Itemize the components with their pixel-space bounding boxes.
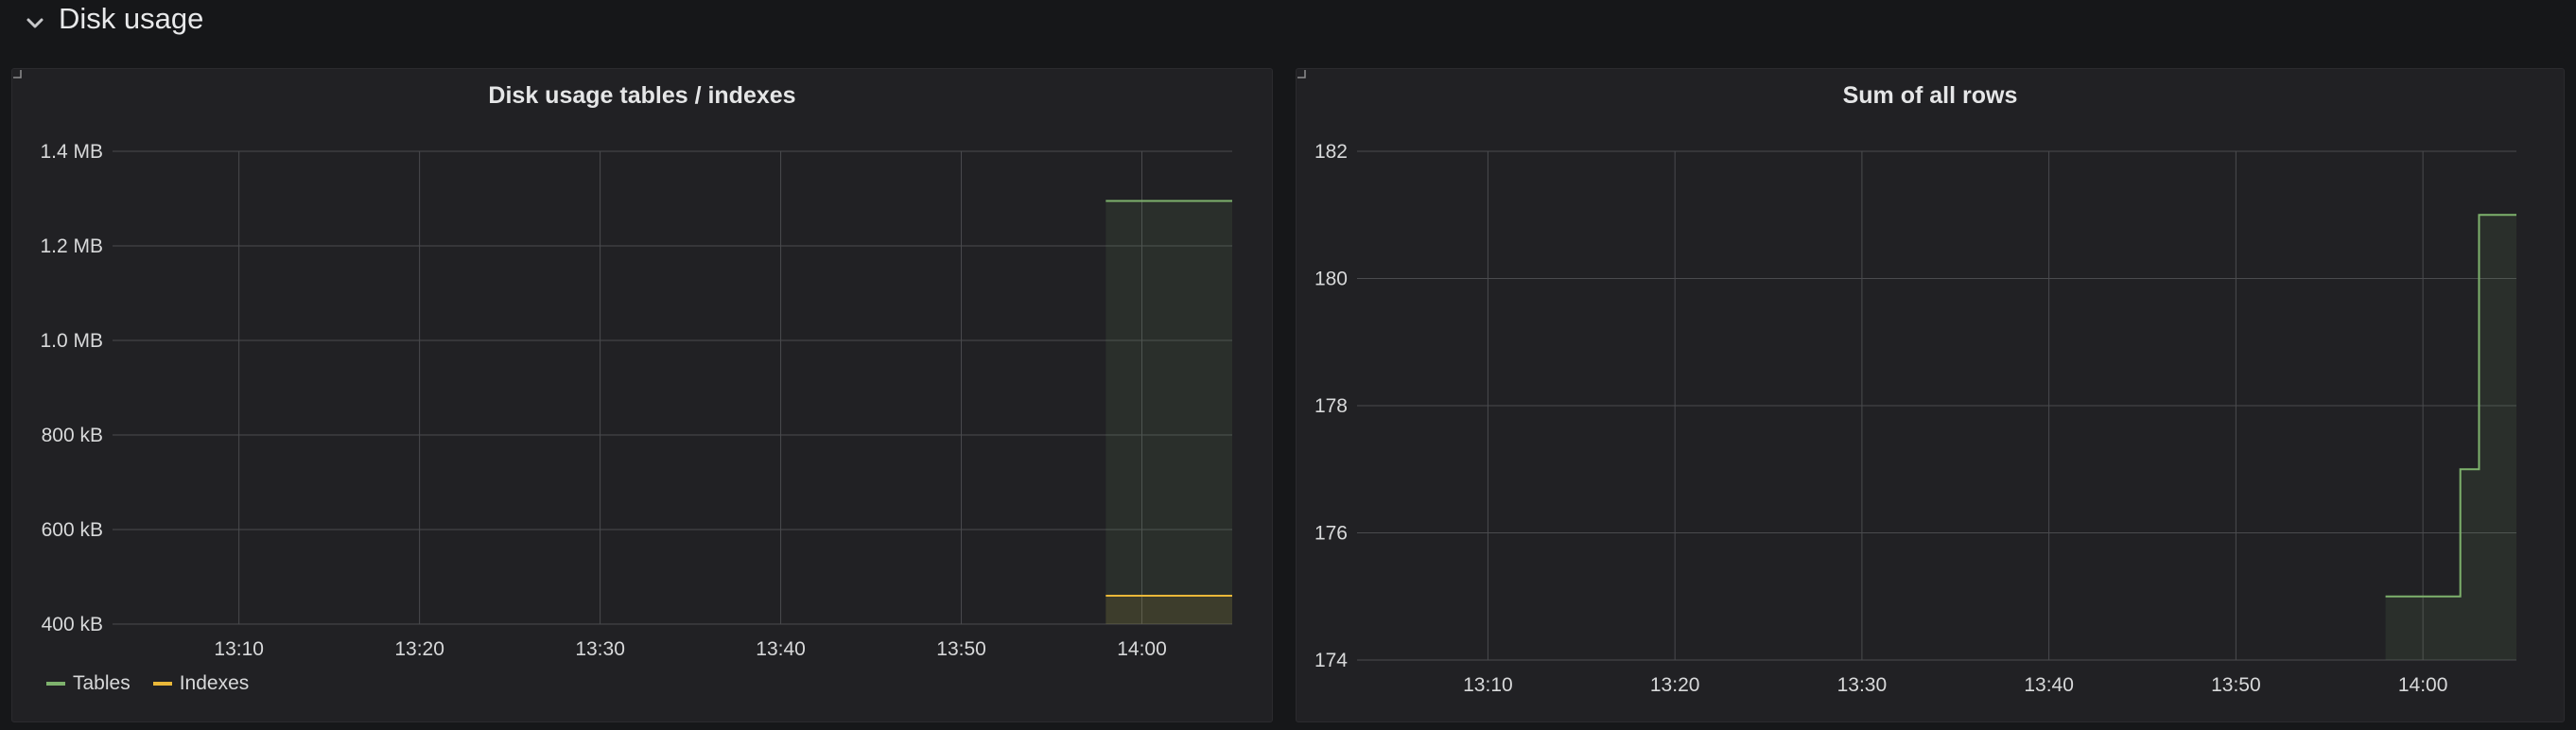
- series-area-1: [1105, 596, 1232, 624]
- y-tick-label: 1.0 MB: [40, 330, 103, 352]
- series-area-0: [2385, 215, 2516, 660]
- x-tick-label: 13:40: [756, 638, 806, 660]
- resize-handle-icon[interactable]: [12, 69, 22, 78]
- legend-item-tables[interactable]: Tables: [46, 672, 131, 695]
- x-tick-label: 13:30: [1837, 674, 1888, 696]
- y-tick-label: 400 kB: [42, 614, 103, 635]
- x-tick-label: 14:00: [1117, 638, 1167, 660]
- y-tick-label: 800 kB: [42, 425, 103, 446]
- series-area-0: [1105, 200, 1232, 624]
- y-tick-label: 178: [1314, 395, 1348, 417]
- x-tick-label: 13:20: [394, 638, 444, 660]
- legend-swatch-indexes: [152, 682, 172, 686]
- row-title[interactable]: Disk usage: [59, 0, 203, 38]
- y-tick-label: 182: [1314, 141, 1348, 163]
- x-tick-label: 14:00: [2398, 674, 2448, 696]
- chevron-down-icon[interactable]: [23, 11, 47, 36]
- y-tick-label: 600 kB: [42, 519, 103, 541]
- y-tick-label: 176: [1314, 523, 1348, 545]
- legend: Tables Indexes: [46, 672, 249, 695]
- y-tick-label: 174: [1314, 650, 1348, 671]
- legend-label-indexes[interactable]: Indexes: [180, 672, 250, 695]
- x-tick-label: 13:40: [2024, 674, 2074, 696]
- row-header[interactable]: Disk usage: [0, 0, 2576, 57]
- x-tick-label: 13:10: [1463, 674, 1513, 696]
- panel-disk-usage-tables-indexes[interactable]: Disk usage tables / indexes 400 kB 600 kB…: [11, 68, 1273, 722]
- x-tick-label: 13:50: [936, 638, 986, 660]
- x-tick-label: 13:10: [214, 638, 264, 660]
- y-tick-label: 1.4 MB: [40, 141, 103, 163]
- x-tick-label: 13:50: [2211, 674, 2261, 696]
- chart-sum-of-rows: 174 176 178 180 182 13:10 13:20 13:30 13:40 13:50…: [1314, 141, 2516, 696]
- chart-disk-usage: 400 kB 600 kB 800 kB 1.0 MB 1.2 MB 1.4 MB 13:1…: [40, 141, 1232, 660]
- y-tick-label: 180: [1314, 269, 1348, 290]
- panel-sum-of-all-rows[interactable]: Sum of all rows 174 176 178 180 182 13:10 13:2…: [1296, 68, 2565, 722]
- x-tick-label: 13:30: [575, 638, 625, 660]
- x-tick-label: 13:20: [1650, 674, 1700, 696]
- legend-label-tables[interactable]: Tables: [73, 672, 131, 695]
- y-tick-label: 1.2 MB: [40, 235, 103, 257]
- resize-handle-icon[interactable]: [1297, 69, 1306, 78]
- legend-swatch-tables: [46, 682, 65, 686]
- legend-item-indexes[interactable]: Indexes: [152, 672, 250, 695]
